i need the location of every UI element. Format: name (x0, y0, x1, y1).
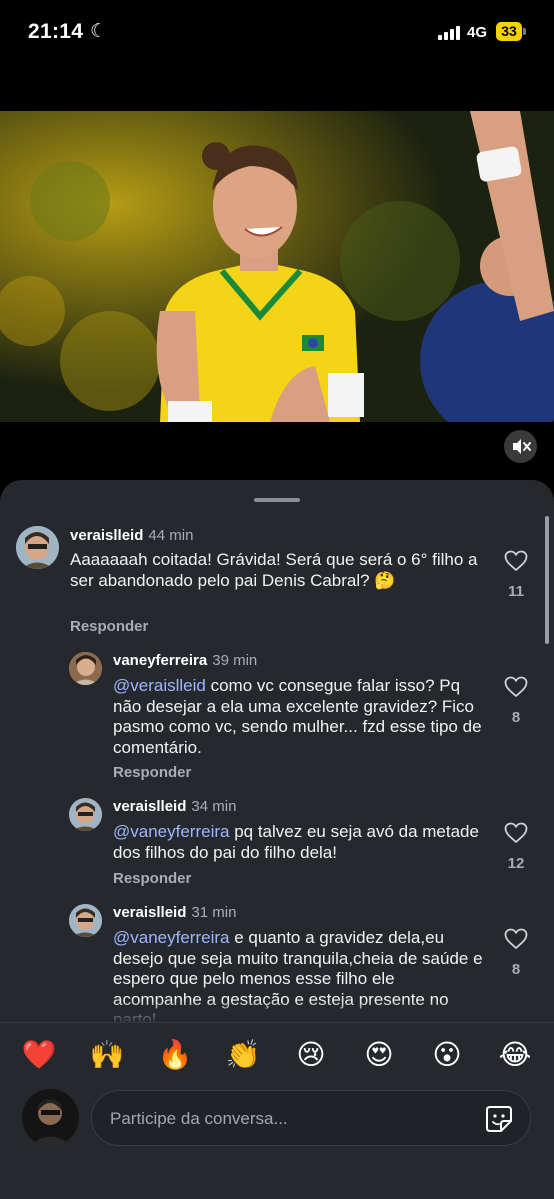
like-count: 12 (507, 855, 525, 872)
comment-input-box[interactable] (91, 1090, 531, 1146)
comment-time: 34 min (191, 798, 237, 815)
comment-time: 39 min (212, 652, 258, 669)
sticker-icon (486, 1106, 512, 1132)
reaction-raised-hands[interactable]: 🙌 (89, 1038, 125, 1072)
comment-text: @veraislleid como vc consegue falar isso… (113, 676, 488, 758)
my-avatar (22, 1089, 79, 1146)
comment-mention[interactable]: @vaneyferreira (113, 822, 229, 841)
reaction-laughing[interactable]: 😂 (497, 1038, 533, 1072)
heart-outline-icon (504, 550, 528, 572)
battery-icon: 33 (496, 22, 522, 41)
reply-button[interactable]: Responder (113, 870, 191, 887)
comment-text: @vaneyferreira pq talvez eu seja avó da … (113, 822, 488, 863)
comment-time: 44 min (148, 527, 194, 544)
comment-time: 31 min (191, 904, 237, 921)
comment-text: Aaaaaaah coitada! Grávida! Será que será… (70, 550, 480, 591)
avatar[interactable] (69, 798, 102, 831)
heart-outline-icon (504, 676, 528, 698)
comment-mention[interactable]: @veraislleid (113, 676, 206, 695)
like-button[interactable] (503, 928, 529, 955)
composer-area: ❤️ 🙌 🔥 👏 😢 😍 😮 😂 (0, 1022, 554, 1199)
scrollbar[interactable] (545, 516, 549, 644)
avatar[interactable] (16, 526, 59, 569)
reaction-heart[interactable]: ❤️ (21, 1038, 57, 1072)
speaker-muted-icon (513, 439, 531, 454)
reply-button[interactable]: Responder (113, 764, 191, 781)
reaction-cry[interactable]: 😢 (293, 1038, 329, 1072)
moon-icon: ☾ (90, 21, 108, 42)
reply-button[interactable]: Responder (70, 618, 148, 635)
like-count: 11 (508, 583, 524, 600)
like-button[interactable] (503, 676, 529, 703)
comments-sheet: veraislleid 44 min Aaaaaaah coitada! Gráv… (0, 480, 554, 1199)
like-button[interactable] (503, 550, 529, 577)
like-button[interactable] (503, 822, 529, 849)
heart-outline-icon (504, 928, 528, 950)
reaction-heart-eyes[interactable]: 😍 (361, 1038, 397, 1072)
comment-username[interactable]: veraislleid (70, 527, 143, 544)
drag-handle[interactable] (254, 498, 300, 502)
network-type: 4G (467, 24, 488, 41)
post-photo[interactable] (0, 111, 554, 422)
comment-mention[interactable]: @vaneyferreira (113, 928, 229, 947)
comment-username[interactable]: veraislleid (113, 798, 186, 815)
status-bar: 21:14 ☾ 4G 33 (0, 0, 554, 70)
reaction-fire[interactable]: 🔥 (157, 1038, 193, 1072)
mute-button[interactable] (504, 430, 537, 463)
battery-tip (523, 28, 526, 35)
like-count: 8 (511, 709, 521, 726)
scroll-fade (0, 1000, 554, 1024)
comment-input[interactable] (108, 1105, 472, 1133)
reaction-surprised[interactable]: 😮 (429, 1038, 465, 1072)
avatar[interactable] (69, 904, 102, 937)
heart-outline-icon (504, 822, 528, 844)
signal-icon (438, 26, 462, 40)
avatar[interactable] (69, 652, 102, 685)
status-time: 21:14 (28, 20, 84, 43)
comment-username[interactable]: veraislleid (113, 904, 186, 921)
reaction-clap[interactable]: 👏 (225, 1038, 261, 1072)
comment-body: Aaaaaaah coitada! Grávida! Será que será… (70, 550, 478, 590)
sticker-button[interactable] (484, 1104, 514, 1134)
comment-username[interactable]: vaneyferreira (113, 652, 207, 669)
like-count: 8 (511, 961, 521, 978)
